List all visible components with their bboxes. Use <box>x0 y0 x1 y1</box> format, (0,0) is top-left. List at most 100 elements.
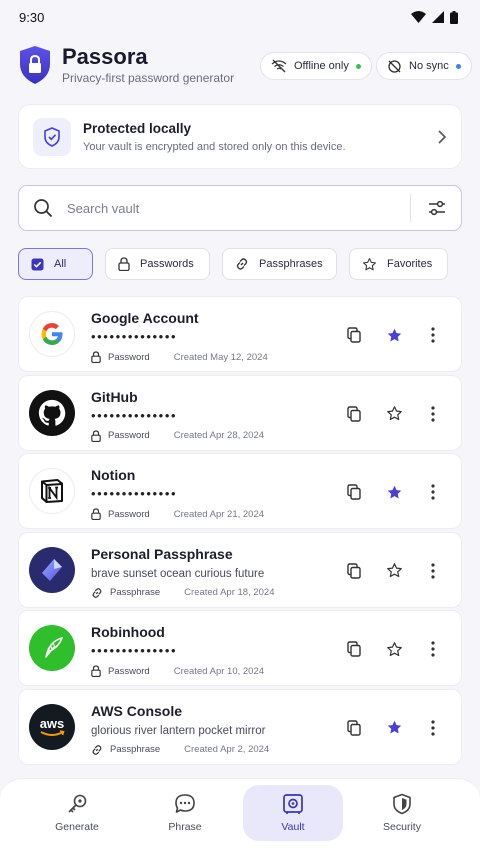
entry-created: Created May 12, 2024 <box>173 351 268 363</box>
filter-sliders-icon[interactable] <box>427 199 447 217</box>
filter-favorites-chip[interactable]: Favorites <box>349 248 448 280</box>
checkbox-icon <box>31 258 44 270</box>
vault-item-personal-passphrase[interactable]: Personal Passphrase brave sunset ocean c… <box>18 531 462 608</box>
entry-name: AWS Console <box>91 702 183 719</box>
nav-generate-label: Generate <box>55 821 99 833</box>
vault-list: Google Account •••••••••••••• Password C… <box>18 296 462 768</box>
key-icon <box>68 794 87 813</box>
filter-passwords-chip[interactable]: Passwords <box>105 248 210 280</box>
more-vertical-icon[interactable] <box>423 561 443 581</box>
wifi-off-icon <box>271 59 287 73</box>
vault-item-aws-console[interactable]: aws AWS Console glorious river lantern p… <box>18 688 462 765</box>
star-outline-icon[interactable] <box>384 561 404 581</box>
svg-text:aws: aws <box>40 716 65 731</box>
link-icon <box>92 744 102 755</box>
more-vertical-icon[interactable] <box>423 325 443 345</box>
copy-icon[interactable] <box>344 482 364 502</box>
offline-only-label: Offline only <box>294 60 349 72</box>
more-vertical-icon[interactable] <box>423 639 443 659</box>
star-filled-icon[interactable] <box>384 325 404 345</box>
filter-passphrases-chip[interactable]: Passphrases <box>222 248 337 280</box>
copy-icon[interactable] <box>344 325 364 345</box>
offline-only-badge[interactable]: Offline only <box>260 52 372 80</box>
nav-phrase[interactable]: Phrase <box>135 785 235 841</box>
entry-type: Password <box>108 508 150 520</box>
github-logo-icon <box>29 389 75 436</box>
link-icon <box>92 587 102 598</box>
more-vertical-icon[interactable] <box>423 482 443 502</box>
bottom-navigation: Generate Phrase Vault Security <box>0 778 480 853</box>
entry-meta: Password Created Apr 10, 2024 <box>91 665 264 677</box>
no-sync-label: No sync <box>409 60 449 72</box>
star-filled-icon[interactable] <box>384 718 404 738</box>
wifi-icon <box>411 11 426 23</box>
filter-passwords-label: Passwords <box>140 258 194 270</box>
google-logo-icon <box>29 311 75 357</box>
shield-icon <box>393 793 411 815</box>
entry-secret: brave sunset ocean curious future <box>91 567 265 580</box>
vault-item-google[interactable]: Google Account •••••••••••••• Password C… <box>18 296 462 372</box>
copy-icon[interactable] <box>344 561 364 581</box>
entry-name: Personal Passphrase <box>91 545 233 562</box>
app-tagline: Privacy-first password generator <box>62 71 235 85</box>
entry-secret: glorious river lantern pocket mirror <box>91 724 266 737</box>
robinhood-logo-icon <box>29 625 75 671</box>
entry-meta: Passphrase Created Apr 18, 2024 <box>91 587 275 599</box>
more-vertical-icon[interactable] <box>423 718 443 738</box>
sync-off-icon <box>388 59 401 73</box>
more-vertical-icon[interactable] <box>423 404 443 424</box>
entry-created: Created Apr 2, 2024 <box>184 744 270 755</box>
vault-item-notion[interactable]: Notion •••••••••••••• Password Created A… <box>18 453 462 529</box>
copy-icon[interactable] <box>344 639 364 659</box>
status-dot <box>355 63 361 69</box>
vault-item-github[interactable]: GitHub •••••••••••••• Password Created A… <box>18 374 462 451</box>
star-outline-icon[interactable] <box>384 404 404 424</box>
chevron-right-icon <box>438 129 447 144</box>
aws-logo-icon: aws <box>29 703 75 750</box>
filter-favorites-label: Favorites <box>387 258 433 270</box>
nav-generate[interactable]: Generate <box>27 785 127 841</box>
entry-secret: •••••••••••••• <box>91 329 178 344</box>
entry-meta: Password Created May 12, 2024 <box>91 351 268 363</box>
search-input[interactable] <box>67 200 394 216</box>
lock-icon <box>91 351 101 363</box>
entry-secret: •••••••••••••• <box>91 486 178 501</box>
status-bar: 9:30 <box>0 0 480 34</box>
star-filled-icon[interactable] <box>384 482 404 502</box>
lock-icon <box>91 665 101 677</box>
star-icon <box>363 257 376 270</box>
protected-title: Protected locally <box>83 120 192 136</box>
nav-vault[interactable]: Vault <box>243 785 343 841</box>
protected-subtitle: Your vault is encrypted and stored only … <box>83 140 346 153</box>
entry-secret: •••••••••••••• <box>91 643 178 658</box>
status-icons <box>411 10 458 24</box>
copy-icon[interactable] <box>344 404 364 424</box>
app-logo-icon <box>20 46 50 84</box>
star-outline-icon[interactable] <box>384 639 404 659</box>
status-time: 9:30 <box>19 9 45 25</box>
entry-name: GitHub <box>91 388 138 405</box>
protected-locally-card[interactable]: Protected locally Your vault is encrypte… <box>18 104 462 169</box>
entry-type: Passphrase <box>110 744 161 755</box>
copy-icon[interactable] <box>344 718 364 738</box>
filter-all-chip[interactable]: All <box>18 248 93 280</box>
nav-security-label: Security <box>383 821 421 833</box>
lock-icon <box>118 257 130 271</box>
no-sync-badge[interactable]: No sync <box>376 52 472 80</box>
entry-created: Created Apr 21, 2024 <box>173 508 265 520</box>
lock-icon <box>91 508 101 520</box>
nav-vault-label: Vault <box>281 821 305 833</box>
nav-phrase-label: Phrase <box>168 821 202 833</box>
entry-created: Created Apr 18, 2024 <box>184 587 275 598</box>
passphrase-logo-icon <box>29 546 75 593</box>
vault-item-robinhood[interactable]: Robinhood •••••••••••••• Password Create… <box>18 610 462 686</box>
notion-logo-icon <box>29 468 75 514</box>
search-bar <box>18 185 462 231</box>
app-name: Passora <box>62 44 148 69</box>
vault-icon <box>283 794 303 814</box>
entry-type: Passphrase <box>110 587 161 598</box>
battery-icon <box>450 10 458 24</box>
nav-security[interactable]: Security <box>352 785 452 841</box>
entry-name: Google Account <box>91 310 199 326</box>
entry-created: Created Apr 10, 2024 <box>173 665 265 677</box>
